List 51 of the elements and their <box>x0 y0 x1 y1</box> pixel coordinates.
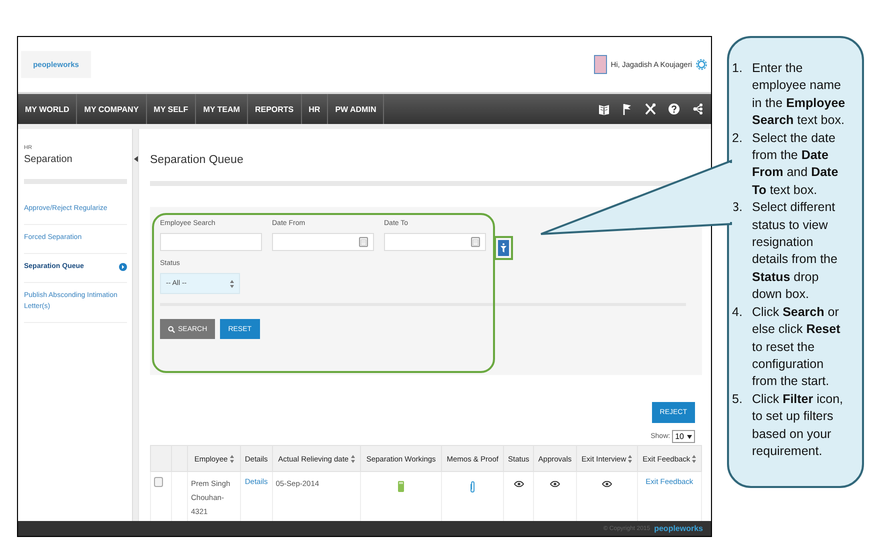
sort-icon[interactable] <box>230 454 234 463</box>
sort-icon[interactable] <box>692 454 696 463</box>
sort-icon[interactable] <box>350 454 355 463</box>
page-size-dropdown[interactable]: 10 <box>672 430 695 443</box>
sort-icon[interactable] <box>628 454 632 463</box>
eye-icon[interactable] <box>550 481 560 487</box>
step-text: Click Filter icon, to set up filters based on your requirement. <box>752 390 844 460</box>
eye-icon[interactable] <box>514 481 524 487</box>
table-header-cell <box>172 446 188 472</box>
collapse-arrow-icon <box>134 156 138 162</box>
input-field[interactable] <box>384 233 486 251</box>
nav-menu-item[interactable]: REPORTS <box>248 94 302 124</box>
nav-menu-item[interactable]: MY SELF <box>146 94 196 124</box>
paperclip-icon[interactable] <box>470 481 476 493</box>
flag-icon[interactable] <box>622 103 632 115</box>
step-text: Click Search or else click Reset to reset the configuration from the start. <box>752 304 842 390</box>
step-text: Enter the employee name in the Employee Search text box. <box>752 60 846 130</box>
page-title: Separation Queue <box>150 154 244 166</box>
step-number: 4. <box>732 304 744 321</box>
sidebar-title: Separation <box>24 154 74 165</box>
step-number: 1. <box>732 60 744 77</box>
filter-button[interactable] <box>498 240 509 256</box>
sort-arrows-icon <box>230 280 234 288</box>
step-text: Select different status to view resignation details from the Status drop down box. <box>752 199 838 304</box>
settings-icon[interactable] <box>696 59 707 70</box>
footer-logo: peopleworks <box>654 524 703 533</box>
nav-menu-item[interactable]: PW ADMIN <box>328 94 384 124</box>
help-icon[interactable] <box>668 103 680 115</box>
arrow-circle-icon <box>119 262 127 270</box>
caret-icon <box>687 434 692 438</box>
tools-icon[interactable] <box>644 103 656 115</box>
sidebar-collapse-handle[interactable] <box>132 129 138 521</box>
book-icon[interactable] <box>598 104 610 114</box>
eye-icon[interactable] <box>602 481 612 487</box>
step-text: Select the date from the Date From and Date To text box. <box>752 130 840 199</box>
step-number: 2. <box>732 130 744 147</box>
filter-icon <box>500 243 507 253</box>
nav-menu-item[interactable]: HR <box>302 94 328 124</box>
calculator-icon[interactable] <box>398 481 404 492</box>
nav-menu-item[interactable]: MY TEAM <box>196 94 248 124</box>
share-icon[interactable] <box>692 103 704 115</box>
nav-menu-item[interactable]: MY COMPANY <box>77 94 147 124</box>
input-field[interactable] <box>160 233 262 251</box>
avatar-placeholder[interactable] <box>594 55 607 74</box>
row-checkbox[interactable] <box>154 477 163 487</box>
step-number: 5. <box>732 390 744 408</box>
nav-menu-item[interactable]: MY WORLD <box>18 94 78 124</box>
calendar-icon[interactable] <box>359 237 368 247</box>
input-field[interactable] <box>272 233 374 251</box>
search-icon <box>168 326 175 332</box>
calendar-icon[interactable] <box>471 237 480 247</box>
